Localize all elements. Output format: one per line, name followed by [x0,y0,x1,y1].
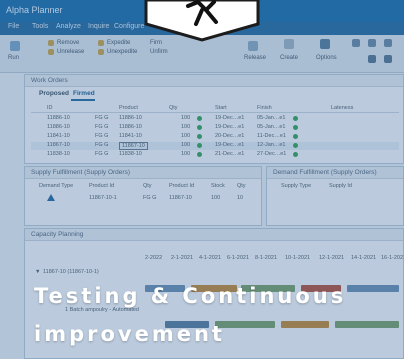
app-window: Alpha Planner File Tools Analyze Inquire… [0,0,404,359]
caption-line-1: Testing & Continuous [34,284,347,308]
hexagon-badge [144,0,260,42]
caption-line-2: improvement [34,322,225,346]
badge [132,0,272,42]
